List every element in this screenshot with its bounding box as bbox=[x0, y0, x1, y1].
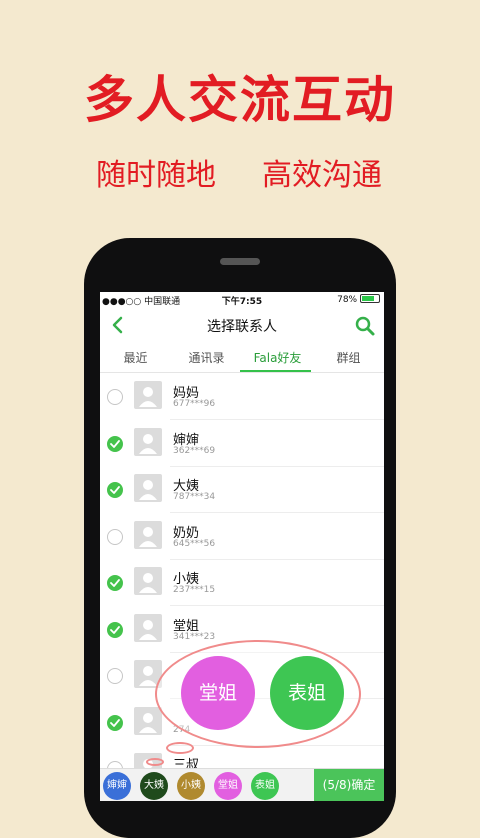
selected-bar: 婶婶 大姨 小姨 堂姐 表姐 (5/8)确定 bbox=[100, 768, 384, 801]
active-tab-indicator bbox=[240, 370, 311, 372]
unchecked-icon[interactable] bbox=[107, 668, 123, 684]
highlight-ring-tiny bbox=[146, 758, 164, 766]
phone-speaker bbox=[220, 258, 260, 265]
avatar bbox=[134, 427, 162, 456]
avatar bbox=[134, 381, 162, 409]
tab-fala-friends[interactable]: Fala好友 bbox=[242, 349, 313, 366]
contact-row[interactable]: 婶婶 362***69 bbox=[100, 421, 384, 467]
checked-icon[interactable] bbox=[107, 621, 123, 638]
subline-left: 随时随地 bbox=[96, 158, 216, 193]
nav-bar: 选择联系人 bbox=[100, 310, 384, 342]
selected-chip[interactable]: 大姨 bbox=[140, 772, 168, 800]
selected-chip[interactable]: 表姐 bbox=[251, 772, 279, 800]
selected-chip[interactable]: 堂姐 bbox=[214, 772, 242, 800]
confirm-button[interactable]: (5/8)确定 bbox=[314, 769, 384, 801]
tab-recent[interactable]: 最近 bbox=[100, 349, 171, 366]
checked-icon[interactable] bbox=[107, 435, 123, 452]
unchecked-icon[interactable] bbox=[107, 528, 123, 545]
contact-row[interactable]: 小姨 237***15 bbox=[100, 560, 384, 606]
avatar bbox=[134, 520, 162, 549]
avatar bbox=[134, 706, 162, 735]
checked-icon[interactable] bbox=[107, 575, 123, 591]
avatar bbox=[134, 474, 162, 502]
avatar bbox=[134, 613, 162, 642]
avatar bbox=[134, 567, 162, 595]
contact-row[interactable]: 妈妈 677***96 bbox=[100, 374, 384, 420]
headline: 多人交流互动 bbox=[84, 71, 396, 129]
contact-phone: 787***34 bbox=[173, 492, 216, 502]
unchecked-icon[interactable] bbox=[107, 389, 123, 405]
selected-bubble-tangjie[interactable]: 堂姐 bbox=[181, 656, 255, 730]
contact-row[interactable]: 大姨 787***34 bbox=[100, 467, 384, 513]
tab-contacts[interactable]: 通讯录 bbox=[171, 349, 242, 366]
search-icon[interactable] bbox=[354, 315, 376, 337]
tab-bar: 最近 通讯录 Fala好友 群组 bbox=[100, 344, 384, 373]
contact-phone: 237***15 bbox=[173, 585, 216, 595]
subline-right: 高效沟通 bbox=[262, 158, 382, 193]
contact-phone: 362***69 bbox=[173, 445, 216, 456]
selected-chip[interactable]: 婶婶 bbox=[103, 772, 131, 800]
checked-icon[interactable] bbox=[107, 482, 123, 498]
status-bar: ●●●○○ 中国联通 下午7:55 78% bbox=[100, 292, 384, 308]
contact-phone: 677***96 bbox=[173, 399, 216, 409]
selected-bubble-biaojie[interactable]: 表姐 bbox=[270, 656, 344, 730]
contact-row[interactable]: 奶奶 645***56 bbox=[100, 514, 384, 560]
selected-chip[interactable]: 小姨 bbox=[177, 772, 205, 800]
contact-phone: 341***23 bbox=[173, 631, 216, 642]
battery-indicator: 78% bbox=[337, 294, 380, 305]
highlight-ring-small bbox=[166, 742, 194, 754]
contact-phone: 645***56 bbox=[173, 538, 216, 549]
battery-percent: 78% bbox=[337, 295, 358, 305]
battery-icon bbox=[360, 294, 380, 303]
page-title: 选择联系人 bbox=[207, 319, 277, 335]
checked-icon[interactable] bbox=[107, 714, 123, 731]
tab-groups[interactable]: 群组 bbox=[313, 349, 384, 366]
